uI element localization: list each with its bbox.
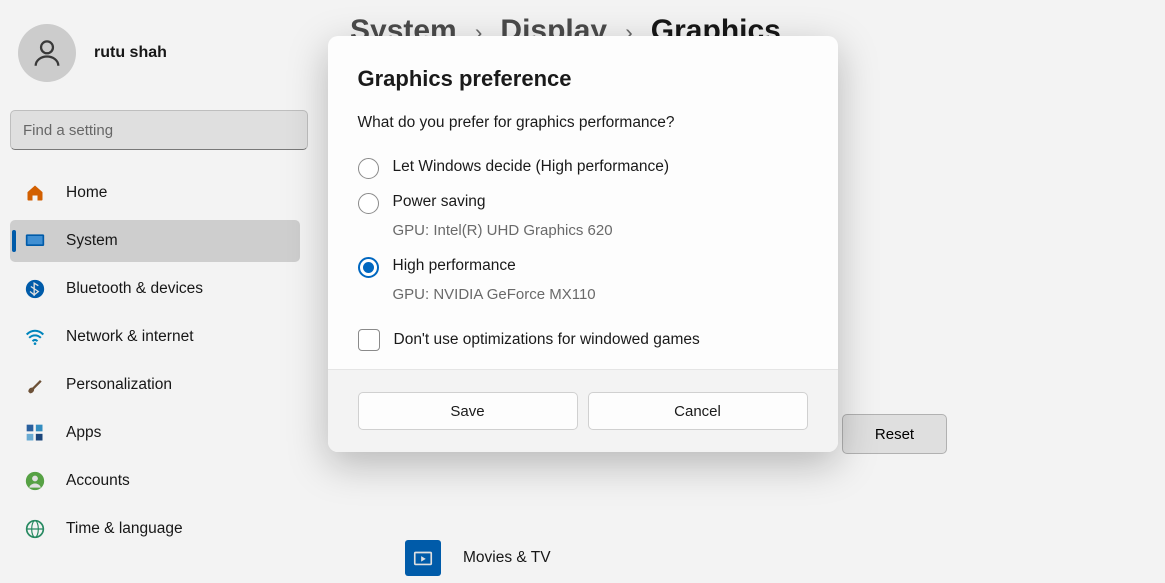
radio-icon [358, 158, 379, 179]
dialog-title: Graphics preference [358, 66, 808, 92]
checkbox-label: Don't use optimizations for windowed gam… [394, 331, 700, 349]
radio-icon [358, 193, 379, 214]
radio-power-saving[interactable]: Power saving [358, 187, 808, 218]
radio-sub-power-saving: GPU: Intel(R) UHD Graphics 620 [393, 222, 808, 239]
graphics-preference-dialog: Graphics preference What do you prefer f… [328, 36, 838, 452]
gpu-preference-group: Let Windows decide (High performance) Po… [358, 152, 808, 351]
radio-label: Let Windows decide (High performance) [393, 156, 670, 178]
save-button[interactable]: Save [358, 392, 578, 430]
radio-sub-high-performance: GPU: NVIDIA GeForce MX110 [393, 286, 808, 303]
radio-high-performance[interactable]: High performance [358, 251, 808, 282]
radio-icon-selected [358, 257, 379, 278]
radio-label: Power saving [393, 191, 486, 213]
checkbox-windowed-optimizations[interactable]: Don't use optimizations for windowed gam… [358, 329, 808, 351]
cancel-button[interactable]: Cancel [588, 392, 808, 430]
dialog-footer: Save Cancel [328, 369, 838, 452]
radio-label: High performance [393, 255, 516, 277]
checkbox-icon [358, 329, 380, 351]
radio-let-windows-decide[interactable]: Let Windows decide (High performance) [358, 152, 808, 183]
dialog-question: What do you prefer for graphics performa… [358, 114, 808, 132]
modal-overlay: Graphics preference What do you prefer f… [0, 0, 1165, 583]
